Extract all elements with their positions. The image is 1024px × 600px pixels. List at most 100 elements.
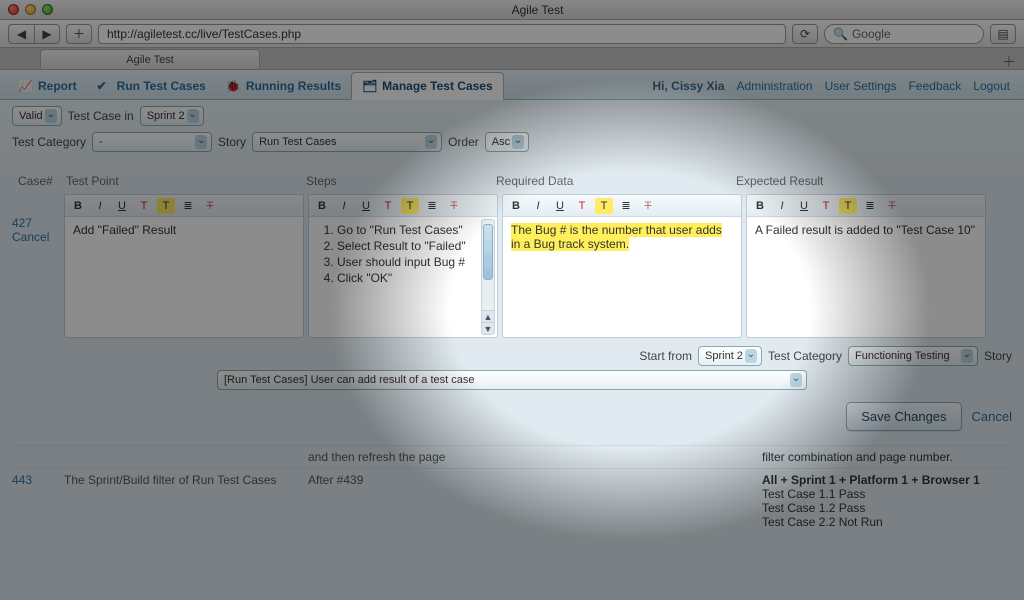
cancel-link[interactable]: Cancel: [972, 409, 1012, 424]
underline-icon[interactable]: U: [795, 198, 813, 214]
highlight-color-icon[interactable]: T: [401, 198, 419, 214]
sprint-select[interactable]: Sprint 2: [140, 106, 204, 126]
add-tab-button[interactable]: ＋: [66, 24, 92, 44]
reload-button[interactable]: ⟳: [792, 24, 818, 44]
highlight-color-icon[interactable]: T: [595, 198, 613, 214]
test-point-editor[interactable]: B I U T T ≣ T Add "Failed" Result: [64, 194, 304, 338]
greeting: Hi, Cissy Xia: [652, 79, 724, 93]
bottom-category-select[interactable]: Functioning Testing: [848, 346, 978, 366]
highlight-color-icon[interactable]: T: [839, 198, 857, 214]
text-color-icon[interactable]: T: [573, 198, 591, 214]
required-data-body[interactable]: The Bug # is the number that user adds i…: [503, 217, 741, 337]
bold-icon[interactable]: B: [313, 198, 331, 214]
browser-search-box[interactable]: 🔍 Google: [824, 24, 984, 44]
scrollbar[interactable]: ▲ ▼: [481, 219, 495, 335]
scroll-up-icon[interactable]: ▲: [482, 310, 494, 322]
text-color-icon[interactable]: T: [135, 198, 153, 214]
step-item: Click "OK": [337, 271, 489, 285]
window-zoom-button[interactable]: [42, 4, 53, 15]
bold-icon[interactable]: B: [507, 198, 525, 214]
nav-manage-test-cases[interactable]: 🗂 Manage Test Cases: [351, 72, 504, 100]
lower-steps: and then refresh the page: [308, 450, 498, 464]
underline-icon[interactable]: U: [113, 198, 131, 214]
bottom-controls: Start from Sprint 2 Test Category Functi…: [12, 346, 1012, 366]
in-label: Test Case in: [68, 109, 134, 123]
nav-run-test-cases[interactable]: ✔︎ Run Test Cases: [87, 73, 216, 99]
scroll-down-icon[interactable]: ▼: [482, 322, 494, 334]
url-input[interactable]: [98, 24, 786, 44]
case-number-link[interactable]: 427: [12, 216, 60, 230]
highlight-color-icon[interactable]: T: [157, 198, 175, 214]
col-expected: Expected Result: [730, 170, 970, 192]
clear-format-icon[interactable]: T: [445, 198, 463, 214]
nav-report[interactable]: 📈 Report: [8, 73, 87, 99]
browser-tab[interactable]: Agile Test: [40, 49, 260, 69]
text-color-icon[interactable]: T: [379, 198, 397, 214]
clear-format-icon[interactable]: T: [883, 198, 901, 214]
window-close-button[interactable]: [8, 4, 19, 15]
browser-toolbar: ◀ ▶ ＋ ⟳ 🔍 Google ▤: [0, 20, 1024, 48]
clear-format-icon[interactable]: T: [201, 198, 219, 214]
nav-running-results[interactable]: 🐞 Running Results: [216, 73, 351, 99]
nav-back-forward-group: ◀ ▶: [8, 24, 60, 44]
italic-icon[interactable]: I: [773, 198, 791, 214]
forward-button[interactable]: ▶: [34, 24, 60, 44]
tabs-overview-button[interactable]: ▤: [990, 24, 1016, 44]
bottom-story-select[interactable]: [Run Test Cases] User can add result of …: [217, 370, 807, 390]
bold-icon[interactable]: B: [69, 198, 87, 214]
new-tab-icon[interactable]: ＋: [1002, 52, 1016, 72]
category-select[interactable]: -: [92, 132, 212, 152]
order-label: Order: [448, 135, 479, 149]
italic-icon[interactable]: I: [335, 198, 353, 214]
back-button[interactable]: ◀: [8, 24, 34, 44]
col-required-data: Required Data: [490, 170, 730, 192]
link-logout[interactable]: Logout: [973, 79, 1010, 93]
window-title: Agile Test: [59, 3, 1016, 17]
case-cancel-link[interactable]: Cancel: [12, 230, 60, 244]
table-row: 443 The Sprint/Build filter of Run Test …: [12, 468, 1012, 533]
search-icon: 🔍: [833, 27, 848, 41]
lower-steps: After #439: [308, 473, 498, 529]
editor-toolbar: B I U T T ≣ T: [503, 195, 741, 217]
underline-icon[interactable]: U: [551, 198, 569, 214]
story-select[interactable]: Run Test Cases: [252, 132, 442, 152]
bold-icon[interactable]: B: [751, 198, 769, 214]
steps-editor[interactable]: B I U T T ≣ T Go to "Run Test Cases" Sel…: [308, 194, 498, 338]
italic-icon[interactable]: I: [91, 198, 109, 214]
nav-label: Run Test Cases: [117, 79, 206, 93]
list-icon[interactable]: ≣: [861, 198, 879, 214]
bottom-category-label: Test Category: [768, 349, 842, 363]
underline-icon[interactable]: U: [357, 198, 375, 214]
link-administration[interactable]: Administration: [737, 79, 813, 93]
nav-label: Running Results: [246, 79, 341, 93]
scroll-thumb[interactable]: [483, 224, 493, 280]
link-user-settings[interactable]: User Settings: [825, 79, 897, 93]
app-nav: 📈 Report ✔︎ Run Test Cases 🐞 Running Res…: [0, 70, 1024, 100]
link-feedback[interactable]: Feedback: [909, 79, 962, 93]
start-from-label: Start from: [639, 349, 692, 363]
order-select[interactable]: Asc: [485, 132, 529, 152]
check-run-icon: ✔︎: [97, 79, 113, 93]
list-icon[interactable]: ≣: [617, 198, 635, 214]
save-changes-button[interactable]: Save Changes: [846, 402, 961, 431]
list-icon[interactable]: ≣: [179, 198, 197, 214]
required-data-editor[interactable]: B I U T T ≣ T The Bug # is the number th…: [502, 194, 742, 338]
steps-body[interactable]: Go to "Run Test Cases" Select Result to …: [309, 217, 497, 337]
italic-icon[interactable]: I: [529, 198, 547, 214]
window-minimize-button[interactable]: [25, 4, 36, 15]
list-icon[interactable]: ≣: [423, 198, 441, 214]
case-link[interactable]: 443: [12, 473, 60, 529]
category-label: Test Category: [12, 135, 86, 149]
lower-rows: and then refresh the page filter combina…: [12, 445, 1012, 533]
editor-toolbar: B I U T T ≣ T: [65, 195, 303, 217]
test-point-body[interactable]: Add "Failed" Result: [65, 217, 303, 337]
text-color-icon[interactable]: T: [817, 198, 835, 214]
expected-result-body[interactable]: A Failed result is added to "Test Case 1…: [747, 217, 985, 337]
clear-format-icon[interactable]: T: [639, 198, 657, 214]
content-area: Valid Test Case in Sprint 2 Test Categor…: [0, 100, 1024, 600]
start-from-select[interactable]: Sprint 2: [698, 346, 762, 366]
bottom-story-label: Story: [984, 349, 1012, 363]
status-select[interactable]: Valid: [12, 106, 62, 126]
expected-result-editor[interactable]: B I U T T ≣ T A Failed result is added t…: [746, 194, 986, 338]
col-case: Case#: [12, 170, 60, 192]
